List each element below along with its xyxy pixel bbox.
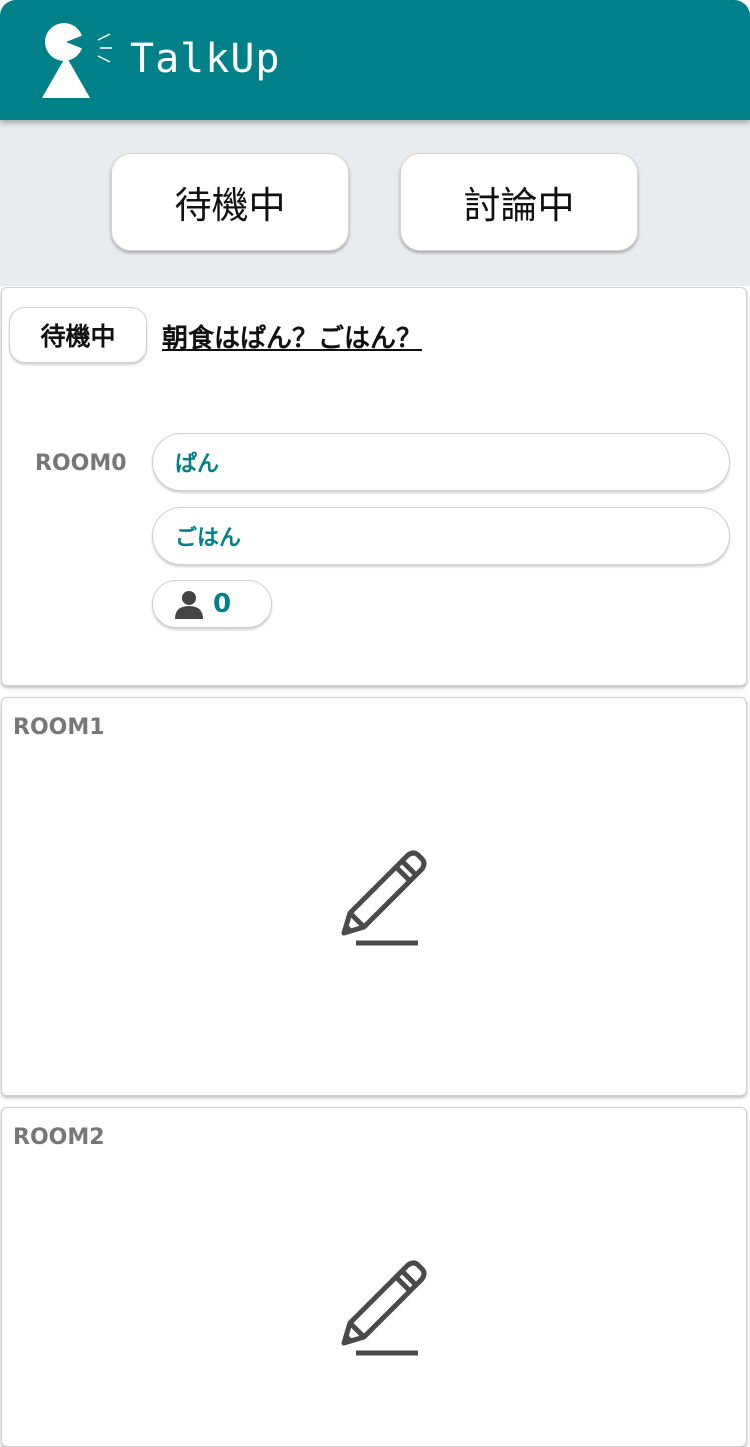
participant-count: 0 [213, 589, 232, 619]
option-button-1[interactable]: ぱん [152, 433, 730, 491]
tab-discussing[interactable]: 討論中 [400, 153, 638, 251]
speaking-person-icon [42, 23, 112, 98]
room-label: ROOM0 [35, 451, 127, 476]
room-card-0: 待機中 朝食はぱん？ごはん？ ROOM0 ぱん ごはん 0 [1, 287, 747, 686]
tab-waiting[interactable]: 待機中 [111, 153, 349, 251]
room-card-2: ROOM2 [1, 1107, 747, 1447]
user-icon [175, 591, 203, 619]
status-badge: 待機中 [9, 307, 147, 363]
app-header: TalkUp [0, 0, 750, 120]
status-tab-bar: 待機中 討論中 [0, 120, 750, 286]
room-label: ROOM2 [13, 1125, 105, 1150]
room-label: ROOM1 [13, 715, 105, 740]
option-button-2[interactable]: ごはん [152, 507, 730, 565]
room-card-1: ROOM1 [1, 697, 747, 1096]
pencil-icon[interactable] [322, 841, 432, 951]
pencil-icon[interactable] [322, 1251, 432, 1361]
participant-count-badge: 0 [152, 580, 272, 628]
topic-title[interactable]: 朝食はぱん？ごはん？ [162, 318, 422, 355]
app-title: TalkUp [130, 36, 281, 82]
